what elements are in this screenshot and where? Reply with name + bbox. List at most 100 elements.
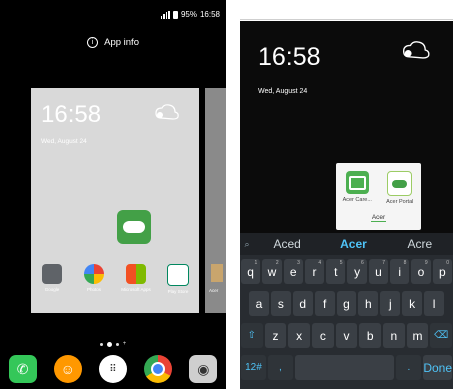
key-secondary: 0: [446, 260, 449, 266]
info-icon: i: [87, 37, 98, 48]
preview-app-row: Google Photos Microsoft Apps Play Store: [31, 264, 199, 294]
key-u[interactable]: u7: [368, 259, 389, 284]
app-play-store[interactable]: Play Store: [160, 264, 196, 294]
key-secondary: 2: [275, 260, 279, 266]
weather-icon: [155, 104, 179, 120]
key-row-3: ⇧ z x c v b n m ⌫: [240, 321, 453, 350]
key-z[interactable]: z: [264, 323, 287, 348]
key-secondary: 8: [403, 260, 407, 266]
key-r[interactable]: r4: [304, 259, 325, 284]
microsoft-icon: [126, 264, 146, 284]
apps-grid-icon[interactable]: ⠿: [98, 355, 127, 383]
app-acer-care[interactable]: Acer Care...: [337, 171, 377, 205]
page-indicator: +: [0, 341, 226, 347]
key-n[interactable]: n: [383, 323, 405, 348]
keyboard: ⌕ Aced Acer Acre q1w2e3r4t5y6u7i8o9p0 as…: [240, 233, 453, 389]
page-dot-active: [106, 341, 112, 347]
clock-date: Wed, August 24: [258, 88, 308, 95]
acer-care-icon: [345, 171, 369, 194]
dock: ✆ ☺ ⠿ ◉: [0, 355, 226, 383]
messaging-icon[interactable]: ☺: [53, 355, 82, 383]
status-time: 16:58: [199, 10, 220, 19]
key-secondary: 9: [424, 260, 428, 266]
key-12[interactable]: 12#: [241, 355, 266, 380]
weather-icon: [402, 41, 430, 59]
signal-icon: [160, 10, 170, 19]
app-microsoft[interactable]: Microsoft Apps: [118, 264, 154, 294]
folder-popup: Acer Care... Acer Portal Acer: [336, 163, 421, 230]
key-f[interactable]: f: [314, 291, 335, 316]
key-k[interactable]: k: [402, 291, 423, 316]
key-[interactable]: ,: [267, 355, 293, 380]
key-l[interactable]: l: [424, 291, 445, 316]
google-folder-icon: [42, 264, 62, 284]
left-screen: 95% 16:58 i App info 16:58 Wed, August 2…: [0, 0, 226, 389]
suggestion-center[interactable]: Acer: [320, 237, 386, 251]
peek-app-icon: [211, 264, 223, 282]
key-row-2: asdfghjkl: [240, 289, 453, 318]
acer-portal-icon: [387, 171, 413, 196]
key-[interactable]: ⇧: [241, 323, 263, 348]
page-dot: [115, 342, 119, 346]
folder-name-input[interactable]: Acer: [336, 214, 421, 222]
key-Done[interactable]: Done: [423, 355, 453, 380]
battery-level: 95%: [180, 10, 197, 19]
key-m[interactable]: m: [406, 323, 429, 348]
clock-date: Wed, August 24: [41, 138, 87, 145]
key-d[interactable]: d: [292, 291, 313, 316]
clock-time: 16:58: [41, 101, 102, 128]
chrome-icon[interactable]: [144, 355, 173, 383]
key-h[interactable]: h: [358, 291, 379, 316]
key-w[interactable]: w2: [262, 259, 282, 284]
key-secondary: 5: [339, 260, 343, 266]
key-c[interactable]: c: [312, 323, 334, 348]
search-icon[interactable]: ⌕: [240, 239, 254, 250]
key-p[interactable]: p0: [432, 259, 452, 284]
key-o[interactable]: o9: [411, 259, 431, 284]
phone-icon[interactable]: ✆: [8, 355, 37, 383]
key-q[interactable]: q1: [241, 259, 261, 284]
camera-icon[interactable]: ◉: [189, 355, 218, 383]
key-secondary: 7: [382, 260, 386, 266]
next-screen-preview[interactable]: Acer: [205, 88, 226, 313]
key-b[interactable]: b: [359, 323, 382, 348]
key-secondary: 4: [318, 260, 322, 266]
key-t[interactable]: t5: [326, 259, 346, 284]
key-g[interactable]: g: [336, 291, 357, 316]
acer-widget-icon[interactable]: [117, 210, 151, 244]
play-store-icon: [167, 264, 189, 286]
app-acer-portal[interactable]: Acer Portal: [380, 171, 420, 205]
key-space[interactable]: [294, 355, 395, 380]
key-[interactable]: .: [396, 355, 422, 380]
key-a[interactable]: a: [249, 291, 269, 316]
status-bar: 95% 16:58: [160, 10, 220, 19]
key-s[interactable]: s: [270, 291, 291, 316]
home-screen-preview[interactable]: 16:58 Wed, August 24 Google Photos Micro…: [31, 88, 199, 313]
key-e[interactable]: e3: [283, 259, 303, 284]
key-row-4: 12#, . Done: [240, 353, 453, 382]
suggestion-right[interactable]: Acre: [387, 237, 453, 251]
app-photos[interactable]: Photos: [76, 264, 112, 294]
suggestion-bar: ⌕ Aced Acer Acre: [240, 233, 453, 255]
key-secondary: 3: [297, 260, 300, 266]
page-dot: [99, 342, 103, 346]
add-page-icon[interactable]: +: [123, 341, 127, 347]
key-v[interactable]: v: [335, 323, 358, 348]
key-j[interactable]: j: [380, 291, 401, 316]
key-secondary: 1: [254, 260, 258, 266]
peek-app-label: Acer: [209, 288, 219, 293]
right-screen: 16:58 Wed, August 24 Acer Care... Acer P…: [240, 0, 453, 389]
key-i[interactable]: i8: [390, 259, 410, 284]
photos-pinwheel-icon: [84, 264, 104, 284]
key-y[interactable]: y6: [347, 259, 367, 284]
key-row-1: q1w2e3r4t5y6u7i8o9p0: [240, 257, 453, 286]
app-info-label: App info: [104, 37, 139, 49]
app-google[interactable]: Google: [34, 264, 70, 294]
app-info-button[interactable]: i App info: [0, 37, 226, 48]
suggestion-left[interactable]: Aced: [254, 237, 320, 251]
key-secondary: 6: [361, 260, 364, 266]
clock-time: 16:58: [258, 43, 321, 71]
key-x[interactable]: x: [288, 323, 311, 348]
battery-icon: [172, 10, 178, 19]
key-[interactable]: ⌫: [430, 323, 453, 348]
